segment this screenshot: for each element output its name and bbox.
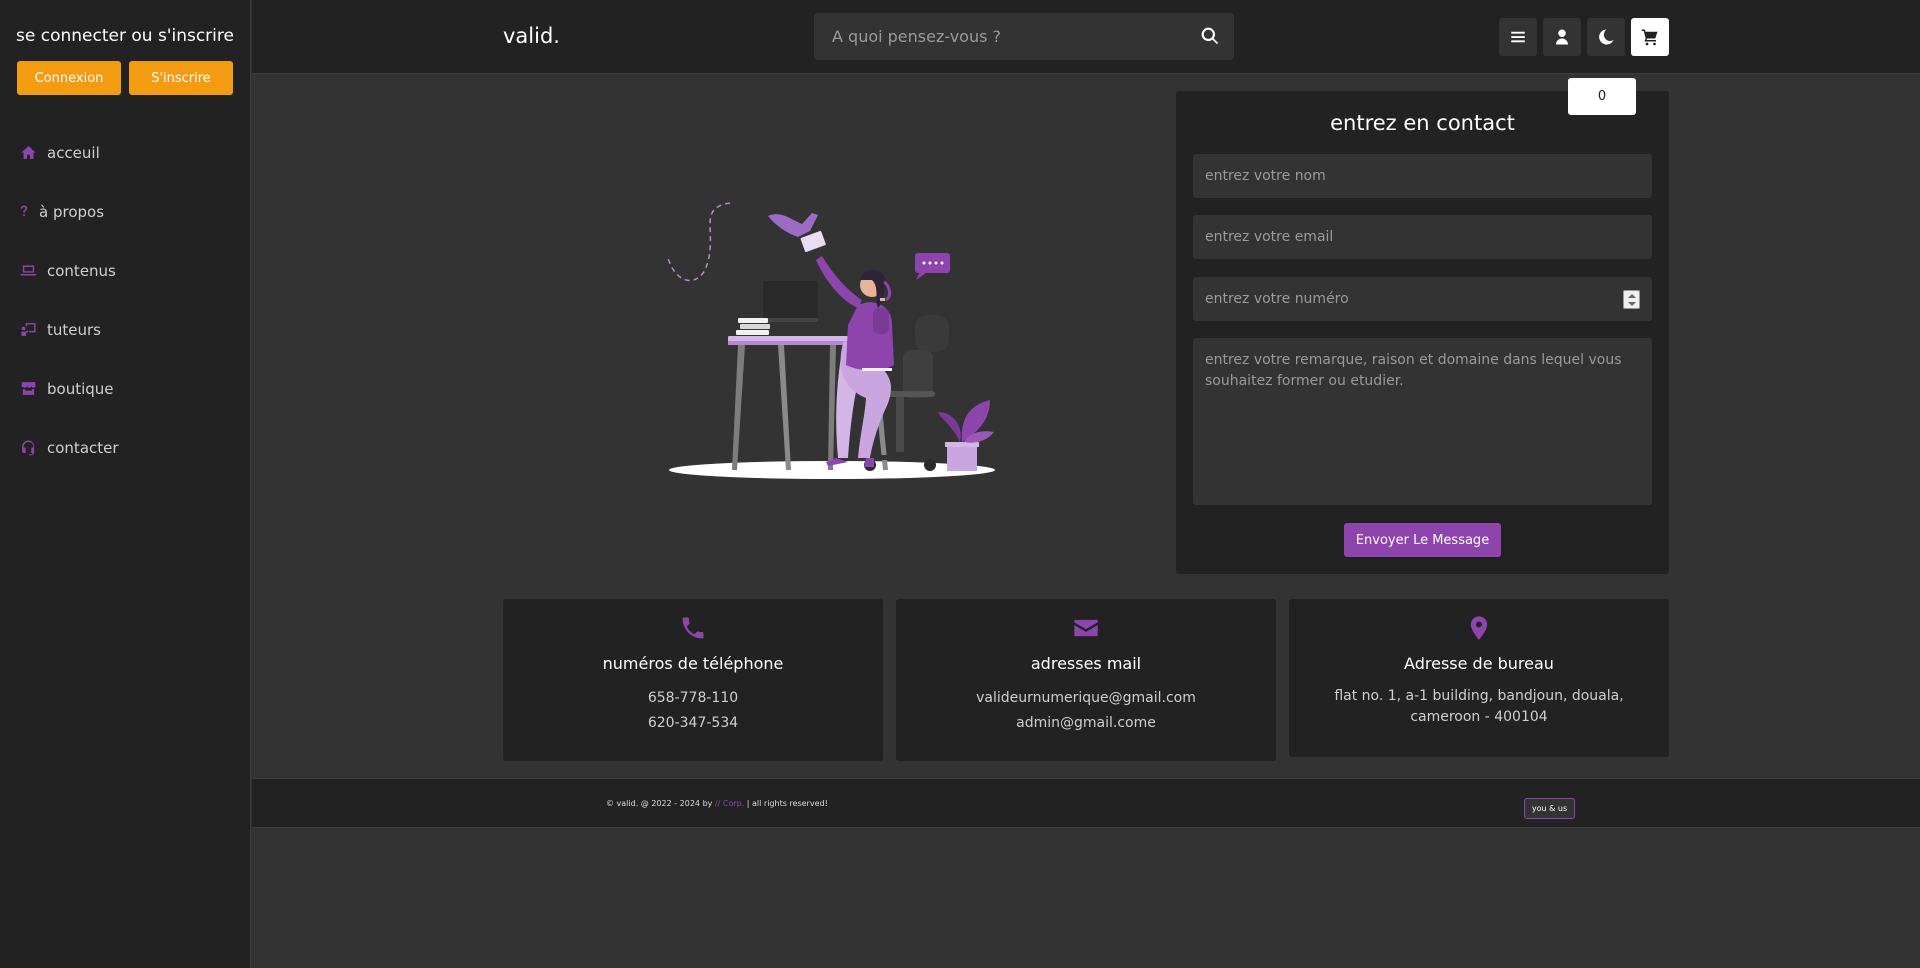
- footer: © valid. @ 2022 - 2024 by // Corp. | all…: [252, 778, 1920, 828]
- sidebar-nav: acceuil à propos contenus tuteurs boutiq…: [0, 123, 250, 477]
- envelope-icon: [1072, 614, 1100, 642]
- top-header: valid.: [252, 0, 1920, 74]
- you-and-us-button[interactable]: you & us: [1524, 798, 1575, 819]
- signup-button[interactable]: S'inscrire: [129, 61, 233, 95]
- email-input[interactable]: [1193, 215, 1652, 259]
- number-stepper[interactable]: [1623, 290, 1640, 309]
- corp-link[interactable]: // Corp.: [715, 799, 744, 808]
- search-icon[interactable]: [1200, 26, 1220, 46]
- send-message-button[interactable]: Envoyer Le Message: [1344, 523, 1501, 557]
- email-address[interactable]: admin@gmail.come: [896, 711, 1276, 736]
- message-textarea[interactable]: [1193, 338, 1652, 505]
- sidebar-item-label: tuteurs: [47, 320, 101, 339]
- phone-numbers: 658-778-110 620-347-534: [503, 686, 883, 736]
- copyright-prefix: © valid. @ 2022 - 2024 by: [606, 799, 715, 808]
- login-button[interactable]: Connexion: [17, 61, 121, 95]
- phone-icon: [679, 614, 707, 642]
- number-input[interactable]: [1193, 277, 1652, 321]
- sidebar-item-contacter[interactable]: contacter: [0, 418, 250, 477]
- phone-number[interactable]: 658-778-110: [503, 686, 883, 711]
- copyright-text: © valid. @ 2022 - 2024 by // Corp. | all…: [606, 799, 828, 808]
- sidebar-item-label: contacter: [47, 438, 119, 457]
- store-icon: [17, 378, 39, 400]
- sidebar-title: se connecter ou s'inscrire: [16, 26, 234, 46]
- theme-toggle-button[interactable]: [1587, 18, 1625, 56]
- chalkboard-teacher-icon: [17, 319, 39, 341]
- auth-buttons: Connexion S'inscrire: [0, 61, 250, 95]
- office-address: flat no. 1, a-1 building, bandjoun, doua…: [1334, 688, 1624, 725]
- sidebar: se connecter ou s'inscrire Connexion S'i…: [0, 0, 251, 968]
- phone-card-title: numéros de téléphone: [602, 654, 784, 673]
- sidebar-item-boutique[interactable]: boutique: [0, 359, 250, 418]
- sidebar-item-label: boutique: [47, 379, 114, 398]
- sidebar-item-label: contenus: [47, 261, 116, 280]
- name-input[interactable]: [1193, 154, 1652, 198]
- contact-illustration: [667, 202, 995, 479]
- sidebar-item-label: à propos: [39, 202, 105, 221]
- email-addresses: valideurnumerique@gmail.com admin@gmail.…: [896, 686, 1276, 736]
- sidebar-item-tuteurs[interactable]: tuteurs: [0, 300, 250, 359]
- cart-count-badge: 0: [1568, 78, 1636, 115]
- brand-logo[interactable]: valid.: [503, 24, 560, 48]
- headset-icon: [17, 437, 39, 459]
- bars-icon: [1511, 31, 1525, 43]
- user-button[interactable]: [1543, 18, 1581, 56]
- email-card-title: adresses mail: [1030, 654, 1142, 673]
- phone-card: numéros de téléphone 658-778-110 620-347…: [503, 599, 883, 761]
- sidebar-item-acceuil[interactable]: acceuil: [0, 123, 250, 182]
- question-icon: [17, 201, 31, 223]
- office-card-title: Adresse de bureau: [1404, 654, 1554, 673]
- sidebar-item-a-propos[interactable]: à propos: [0, 182, 250, 241]
- email-card: adresses mail valideurnumerique@gmail.co…: [896, 599, 1276, 761]
- home-icon: [17, 142, 39, 164]
- moon-icon: [1599, 29, 1614, 45]
- cart-button[interactable]: [1631, 18, 1669, 56]
- contact-form: entrez en contact Envoyer Le Message: [1176, 91, 1669, 574]
- sidebar-item-contenus[interactable]: contenus: [0, 241, 250, 300]
- map-marker-icon: [1465, 614, 1493, 642]
- office-card: Adresse de bureau flat no. 1, a-1 buildi…: [1289, 599, 1669, 757]
- search-input[interactable]: [814, 13, 1184, 60]
- menu-button[interactable]: [1499, 18, 1537, 56]
- email-address[interactable]: valideurnumerique@gmail.com: [896, 686, 1276, 711]
- search-bar: [814, 13, 1234, 60]
- sidebar-item-label: acceuil: [47, 143, 100, 162]
- laptop-icon: [17, 260, 39, 282]
- phone-number[interactable]: 620-347-534: [503, 711, 883, 736]
- cart-icon: [1641, 29, 1658, 46]
- copyright-suffix: | all rights reserved!: [744, 799, 828, 808]
- header-actions: [1499, 18, 1669, 56]
- user-icon: [1556, 29, 1568, 45]
